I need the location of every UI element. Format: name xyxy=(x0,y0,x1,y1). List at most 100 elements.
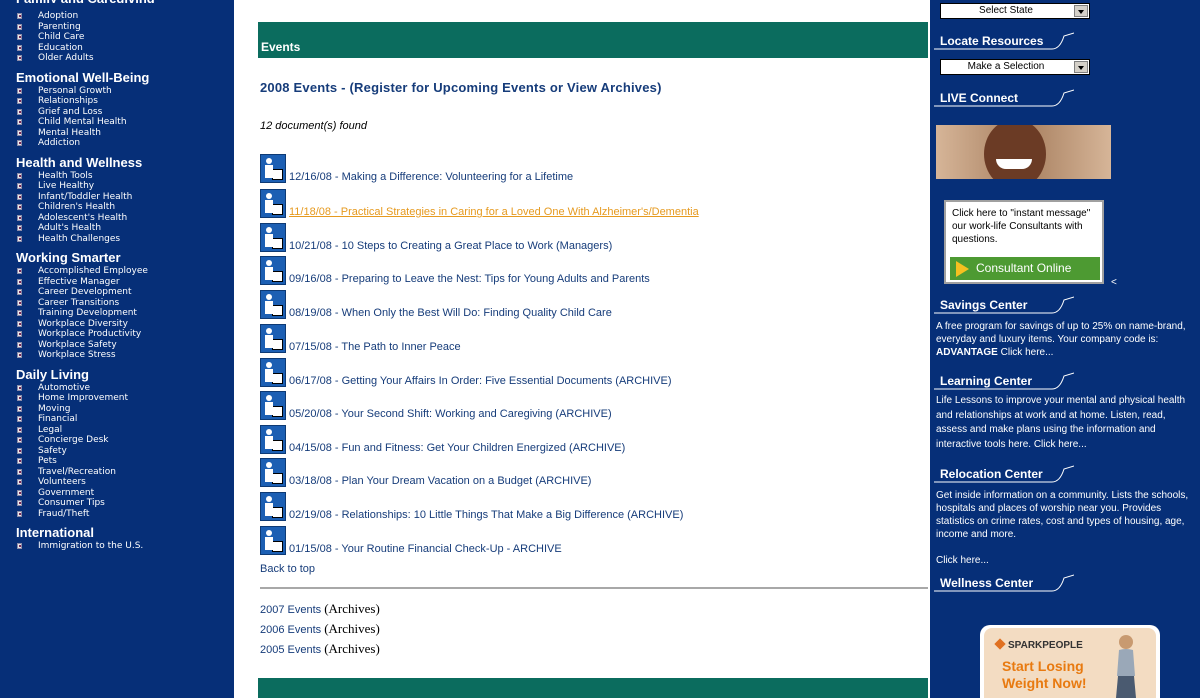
sparkpeople-ad[interactable]: SPARKPEOPLE Start Losing Weight Now! xyxy=(980,625,1160,698)
document-icon[interactable] xyxy=(260,256,286,285)
event-link[interactable]: 01/15/08 - Your Routine Financial Check-… xyxy=(289,543,562,555)
savings-click-here[interactable]: Click here... xyxy=(1001,347,1054,358)
nav-item[interactable]: Adolescent's Health xyxy=(0,213,234,224)
nav-item[interactable]: Financial xyxy=(0,414,234,425)
nav-item-label: Accomplished Employee xyxy=(38,266,148,276)
nav-item[interactable]: Consumer Tips xyxy=(0,498,234,509)
relocation-click-here[interactable]: Click here... xyxy=(936,554,1198,567)
nav-item-label: Travel/Recreation xyxy=(38,466,116,477)
nav-item[interactable]: Health Challenges xyxy=(0,234,234,245)
consultant-online-button[interactable]: Consultant Online xyxy=(950,257,1100,280)
nav-item[interactable]: Addiction xyxy=(0,138,234,149)
nav-item-label: Financial xyxy=(38,414,78,424)
archive-note: (Archives) xyxy=(324,621,380,636)
state-select[interactable]: Select State xyxy=(940,3,1090,19)
live-connect-header: LIVE Connect xyxy=(934,89,1074,107)
nav-item[interactable]: Live Healthy xyxy=(0,181,234,192)
nav-item[interactable]: Government xyxy=(0,488,234,499)
bullet-icon xyxy=(17,543,22,549)
nav-item[interactable]: Accomplished Employee xyxy=(0,266,234,277)
nav-item[interactable]: Travel/Recreation xyxy=(0,467,234,478)
chevron-down-icon[interactable] xyxy=(1074,61,1088,73)
archive-link[interactable]: 2007 Events xyxy=(260,604,321,616)
nav-item[interactable]: Workplace Stress xyxy=(0,350,234,361)
nav-item[interactable]: Legal xyxy=(0,425,234,436)
document-icon[interactable] xyxy=(260,324,286,353)
nav-item-label: Government xyxy=(38,487,95,498)
bullet-icon xyxy=(17,204,22,210)
event-link[interactable]: 11/18/08 - Practical Strategies in Carin… xyxy=(289,206,699,218)
archive-link[interactable]: 2006 Events xyxy=(260,624,321,636)
nav-item[interactable]: Infant/Toddler Health xyxy=(0,192,234,203)
resource-select[interactable]: Make a Selection xyxy=(940,59,1090,75)
nav-item[interactable]: Moving xyxy=(0,404,234,415)
nav-item[interactable]: Adoption xyxy=(0,11,234,22)
learning-center-text[interactable]: Life Lessons to improve your mental and … xyxy=(936,394,1198,452)
nav-item[interactable]: Immigration to the U.S. xyxy=(0,541,234,552)
nav-item[interactable]: Personal Growth xyxy=(0,86,234,97)
nav-item-label: Concierge Desk xyxy=(38,435,109,445)
archive-note: (Archives) xyxy=(324,601,380,616)
nav-item[interactable]: Automotive xyxy=(0,383,234,394)
event-link[interactable]: 02/19/08 - Relationships: 10 Little Thin… xyxy=(289,509,683,521)
nav-item[interactable]: Education xyxy=(0,43,234,54)
nav-item-label: Immigration to the U.S. xyxy=(38,541,144,551)
nav-item[interactable]: Mental Health xyxy=(0,128,234,139)
ad-headline-line2: Weight Now! xyxy=(1002,675,1087,691)
archive-link[interactable]: 2005 Events xyxy=(260,644,321,656)
nav-item[interactable]: Grief and Loss xyxy=(0,107,234,118)
document-icon[interactable] xyxy=(260,223,286,252)
footer-bar xyxy=(258,678,928,698)
back-to-top-link[interactable]: Back to top xyxy=(260,563,315,575)
event-link[interactable]: 09/16/08 - Preparing to Leave the Nest: … xyxy=(289,273,650,285)
bullet-icon xyxy=(17,437,22,443)
nav-item[interactable]: Effective Manager xyxy=(0,277,234,288)
document-icon[interactable] xyxy=(260,425,286,454)
document-icon[interactable] xyxy=(260,391,286,420)
event-link[interactable]: 07/15/08 - The Path to Inner Peace xyxy=(289,341,461,353)
bullet-icon xyxy=(17,23,22,30)
nav-item[interactable]: Child Mental Health xyxy=(0,117,234,128)
instant-message-box[interactable]: Click here to "instant message" our work… xyxy=(944,200,1104,284)
relocation-center-text[interactable]: Get inside information on a community. L… xyxy=(936,489,1198,541)
nav-item[interactable]: Workplace Safety xyxy=(0,340,234,351)
document-icon[interactable] xyxy=(260,154,286,183)
document-icon[interactable] xyxy=(260,458,286,487)
nav-item[interactable]: Workplace Productivity xyxy=(0,329,234,340)
document-icon[interactable] xyxy=(260,290,286,319)
nav-item[interactable]: Child Care xyxy=(0,32,234,43)
nav-item[interactable]: Career Development xyxy=(0,287,234,298)
relocation-center-header: Relocation Center xyxy=(934,465,1074,483)
nav-item[interactable]: Concierge Desk xyxy=(0,435,234,446)
document-icon[interactable] xyxy=(260,358,286,387)
nav-item[interactable]: Fraud/Theft xyxy=(0,509,234,520)
chevron-down-icon[interactable] xyxy=(1074,5,1088,17)
event-link[interactable]: 12/16/08 - Making a Difference: Voluntee… xyxy=(289,171,573,183)
nav-item[interactable]: Pets xyxy=(0,456,234,467)
nav-item[interactable]: Safety xyxy=(0,446,234,457)
nav-item[interactable]: Training Development xyxy=(0,308,234,319)
document-icon[interactable] xyxy=(260,526,286,555)
year-title[interactable]: 2008 Events - (Register for Upcoming Eve… xyxy=(260,80,662,95)
nav-item[interactable]: Relationships xyxy=(0,96,234,107)
bullet-icon xyxy=(17,447,22,454)
nav-item[interactable]: Home Improvement xyxy=(0,393,234,404)
event-link[interactable]: 10/21/08 - 10 Steps to Creating a Great … xyxy=(289,240,612,252)
nav-item[interactable]: Older Adults xyxy=(0,53,234,64)
event-link[interactable]: 04/15/08 - Fun and Fitness: Get Your Chi… xyxy=(289,442,625,454)
nav-item[interactable]: Volunteers xyxy=(0,477,234,488)
nav-item[interactable]: Workplace Diversity xyxy=(0,319,234,330)
nav-item[interactable]: Health Tools xyxy=(0,171,234,182)
event-link[interactable]: 05/20/08 - Your Second Shift: Working an… xyxy=(289,408,612,420)
document-icon[interactable] xyxy=(260,189,286,218)
bullet-icon xyxy=(17,108,22,115)
event-link[interactable]: 06/17/08 - Getting Your Affairs In Order… xyxy=(289,375,672,387)
nav-item[interactable]: Adult's Health xyxy=(0,223,234,234)
document-icon[interactable] xyxy=(260,492,286,521)
event-link[interactable]: 03/18/08 - Plan Your Dream Vacation on a… xyxy=(289,475,591,487)
event-link[interactable]: 08/19/08 - When Only the Best Will Do: F… xyxy=(289,307,612,319)
nav-item[interactable]: Career Transitions xyxy=(0,298,234,309)
nav-item[interactable]: Children's Health xyxy=(0,202,234,213)
nav-item[interactable]: Parenting xyxy=(0,22,234,33)
savings-center-text[interactable]: A free program for savings of up to 25% … xyxy=(936,320,1198,359)
